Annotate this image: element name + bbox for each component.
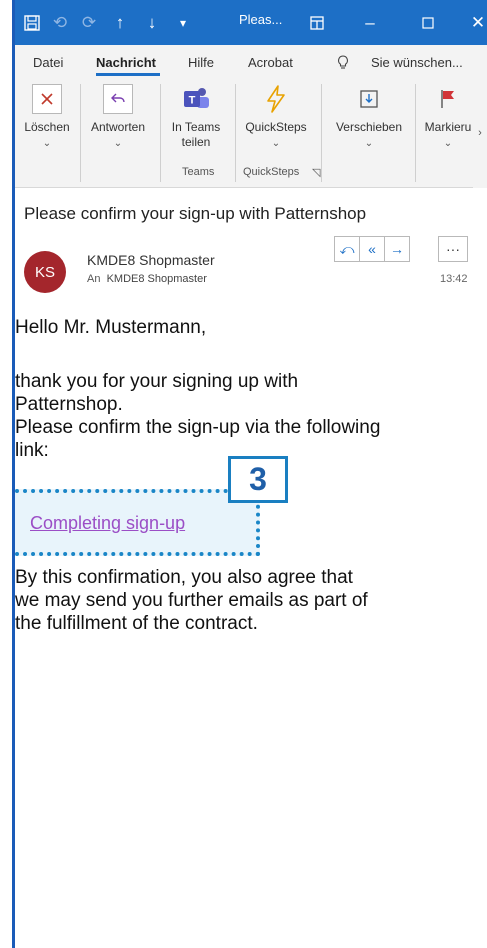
confirm-signup-link[interactable]: Completing sign-up (30, 512, 487, 535)
ribbon-separator (321, 84, 322, 182)
tab-nachricht[interactable]: Nachricht (96, 55, 156, 70)
save-icon[interactable] (21, 12, 43, 34)
body-line-6: we may send you further emails as part o… (15, 590, 368, 611)
to-label: An (87, 273, 101, 285)
lightbulb-icon (337, 55, 349, 73)
chevron-down-icon: ⌄ (42, 138, 52, 149)
undo-icon[interactable]: ⟲ (50, 12, 70, 34)
body-line-3: Please confirm the sign-up via the follo… (15, 417, 381, 438)
reply-button[interactable]: Antworten ⌄ (88, 84, 148, 151)
quicksteps-label: QuickSteps (245, 120, 307, 134)
teams-label-1: In Teams (171, 120, 221, 134)
body-line-5: By this confirmation, you also agree tha… (15, 567, 353, 588)
maximize-icon[interactable] (418, 12, 438, 34)
lightning-icon (261, 84, 291, 114)
message-time: 13:42 (440, 273, 468, 285)
sender-name[interactable]: KMDE8 Shopmaster (87, 252, 215, 268)
ribbon-separator (160, 84, 161, 182)
move-icon (354, 84, 384, 114)
customize-toolbar-icon[interactable]: ▾ (173, 12, 193, 34)
reply-button[interactable]: ⤺ (334, 236, 360, 262)
redo-icon[interactable]: ⟳ (79, 12, 99, 34)
avatar[interactable]: KS (24, 251, 66, 293)
body-line-4: link: (15, 440, 49, 461)
ellipsis-icon: ··· (446, 241, 460, 257)
minimize-icon[interactable]: – (360, 12, 380, 34)
flag-label: Markieru (424, 120, 472, 134)
teams-label-2: teilen (181, 135, 211, 149)
group-label-teams: Teams (182, 166, 215, 178)
window-title: Pleas... (239, 12, 283, 27)
teams-icon: T (181, 84, 211, 114)
chevron-down-icon: ⌄ (271, 138, 281, 149)
body-line-1: thank you for your signing up with (15, 371, 299, 392)
dialog-launcher-icon[interactable]: ◹ (312, 166, 320, 179)
svg-text:T: T (189, 95, 196, 107)
tell-me-search[interactable]: Sie wünschen... (371, 55, 463, 70)
tab-datei[interactable]: Datei (33, 55, 63, 70)
message-subject: Please confirm your sign-up with Pattern… (24, 204, 367, 223)
callout-number: 3 (228, 456, 288, 503)
quicksteps-button[interactable]: QuickSteps ⌄ (243, 84, 309, 151)
ribbon-tabs: Datei Nachricht Hilfe Acrobat Sie wünsch… (15, 45, 487, 78)
reply-icon: ⤺ (339, 240, 355, 257)
body-line-7: the fulfillment of the contract. (15, 613, 258, 634)
flag-button[interactable]: Markieru ⌄ (423, 84, 473, 151)
flag-icon (433, 84, 463, 114)
reply-all-icon: « (368, 241, 376, 257)
group-label-quicksteps: QuickSteps (243, 166, 300, 178)
title-bar: ⟲ ⟳ ↑ ↓ ▾ Pleas... – ✕ (15, 0, 487, 45)
close-icon (32, 84, 62, 114)
ribbon-scroll-right[interactable]: › (473, 78, 487, 188)
recipient-line: An KMDE8 Shopmaster (87, 273, 207, 285)
chevron-down-icon: ⌄ (364, 138, 374, 149)
ribbon-separator (80, 84, 81, 182)
ribbon-separator (235, 84, 236, 182)
delete-button[interactable]: Löschen ⌄ (23, 84, 71, 151)
greeting-text: Hello Mr. Mustermann, (15, 317, 207, 338)
tab-acrobat[interactable]: Acrobat (248, 55, 293, 70)
message-actions: ⤺ « → (334, 236, 410, 262)
close-icon[interactable]: ✕ (470, 12, 486, 34)
chevron-down-icon: ⌄ (113, 138, 123, 149)
forward-button[interactable]: → (384, 236, 410, 262)
recipient-name[interactable]: KMDE8 Shopmaster (107, 273, 207, 285)
reply-all-button[interactable]: « (359, 236, 385, 262)
delete-label: Löschen (24, 120, 70, 134)
ribbon-display-icon[interactable] (307, 12, 327, 34)
up-arrow-icon[interactable]: ↑ (110, 12, 130, 34)
share-to-teams-button[interactable]: T In Teams teilen (166, 84, 226, 150)
body-line-2: Patternshop. (15, 394, 123, 415)
ribbon-toolbar: Löschen ⌄ Antworten ⌄ T In Teams teilen … (15, 78, 487, 188)
down-arrow-icon[interactable]: ↓ (142, 12, 162, 34)
move-button[interactable]: Verschieben ⌄ (331, 84, 407, 151)
chevron-down-icon: ⌄ (443, 138, 453, 149)
reply-icon (103, 84, 133, 114)
move-label: Verschieben (335, 120, 403, 134)
more-actions-button[interactable]: ··· (438, 236, 468, 262)
ribbon-separator (415, 84, 416, 182)
tab-hilfe[interactable]: Hilfe (188, 55, 214, 70)
forward-icon: → (390, 241, 404, 257)
reply-label: Antworten (90, 120, 146, 134)
active-tab-indicator (96, 73, 160, 76)
